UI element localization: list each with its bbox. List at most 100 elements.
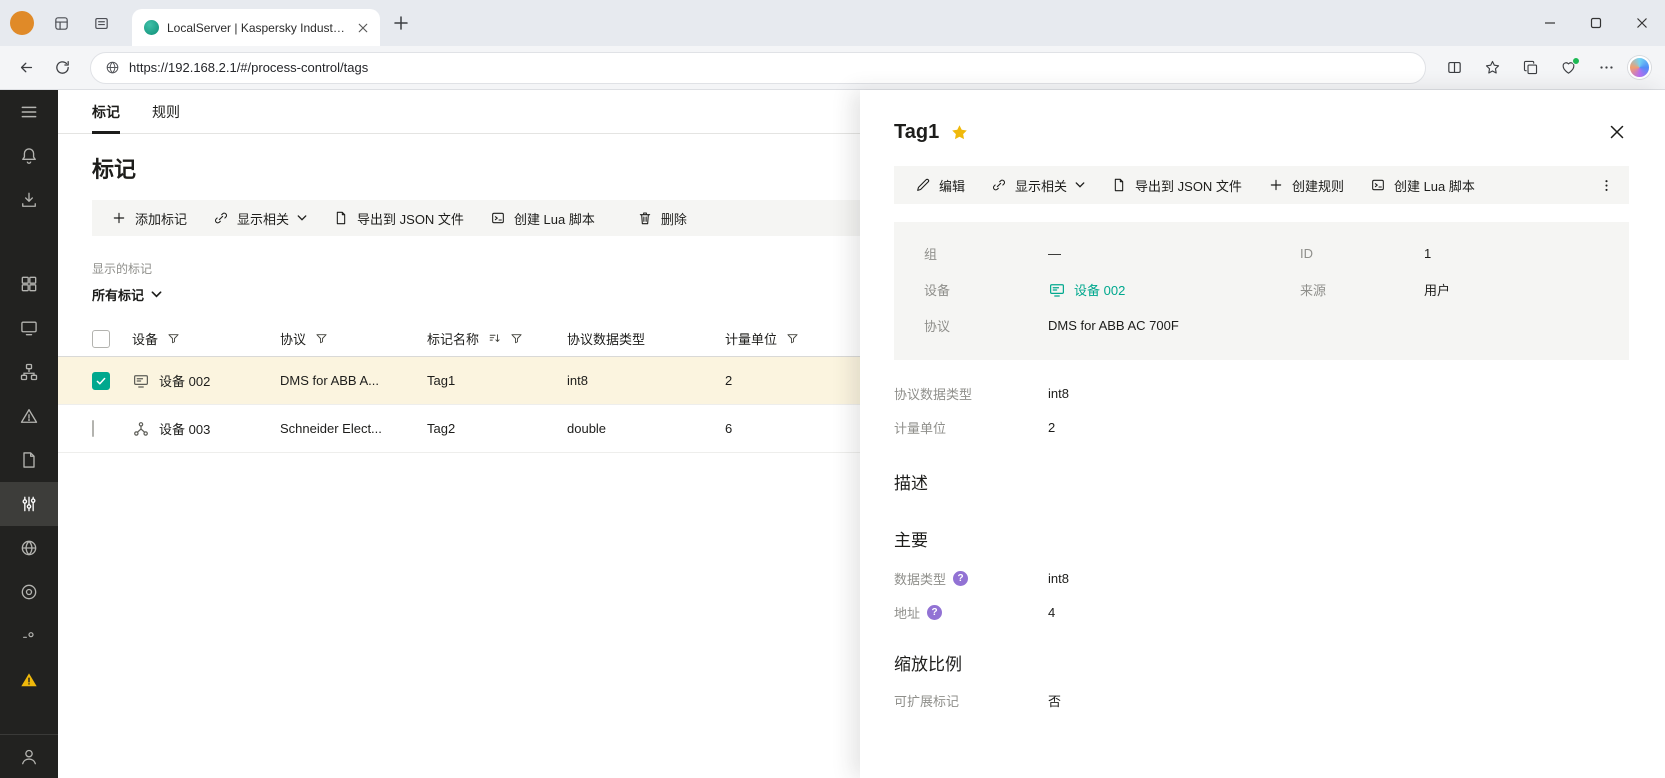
tab-close-icon[interactable] <box>354 19 372 37</box>
data-type-value: int8 <box>1048 571 1629 586</box>
create-lua-button[interactable]: 创建 Lua 脚本 <box>1357 166 1488 204</box>
scalable-label: 可扩展标记 <box>894 691 1048 710</box>
sort-icon[interactable] <box>488 332 501 345</box>
maximize-button[interactable] <box>1573 0 1619 46</box>
favorite-star-icon[interactable] <box>950 123 969 142</box>
filter-icon[interactable] <box>510 332 523 345</box>
export-json-button[interactable]: 导出到 JSON 文件 <box>1098 166 1255 204</box>
endpoints-icon[interactable] <box>0 614 58 658</box>
file-icon <box>1111 177 1127 193</box>
col-device: 设备 <box>132 329 158 348</box>
help-icon[interactable]: ? <box>953 571 968 586</box>
filter-icon[interactable] <box>315 332 328 345</box>
assets-icon[interactable] <box>0 306 58 350</box>
data-type-label: 数据类型 <box>894 569 946 588</box>
show-related-button[interactable]: 显示相关 <box>200 200 320 236</box>
url-text: https://192.168.2.1/#/process-control/ta… <box>129 60 368 75</box>
tab-rules[interactable]: 规则 <box>152 90 180 133</box>
device-label: 设备 <box>924 280 1048 299</box>
user-icon[interactable] <box>0 734 58 778</box>
main-section-fields: 数据类型 ? int8 地址 ? 4 <box>894 569 1629 622</box>
plc-device-icon <box>132 420 150 438</box>
dashboard-icon[interactable] <box>0 262 58 306</box>
section-main: 主要 <box>894 526 1629 551</box>
reports-icon[interactable] <box>0 438 58 482</box>
tag-fields: 协议数据类型 int8 计量单位 2 <box>894 384 1629 437</box>
cell-protocol: Schneider Elect... <box>280 421 427 436</box>
network-map-icon[interactable] <box>0 350 58 394</box>
url-bar[interactable]: https://192.168.2.1/#/process-control/ta… <box>90 52 1426 84</box>
edit-button[interactable]: 编辑 <box>902 166 978 204</box>
add-tag-button[interactable]: 添加标记 <box>98 200 200 236</box>
show-related-button[interactable]: 显示相关 <box>978 166 1098 204</box>
plus-icon <box>111 210 127 226</box>
workspaces-icon[interactable] <box>48 10 74 36</box>
notifications-icon[interactable] <box>0 134 58 178</box>
app-sidebar <box>0 90 58 778</box>
browser-navbar: https://192.168.2.1/#/process-control/ta… <box>0 46 1665 90</box>
delete-button[interactable]: 删除 <box>624 200 700 236</box>
tag-title: Tag1 <box>894 121 939 144</box>
table-row[interactable]: 设备 003 Schneider Elect... Tag2 double 6 <box>58 405 860 453</box>
close-window-button[interactable] <box>1619 0 1665 46</box>
filter-icon[interactable] <box>167 332 180 345</box>
source-label: 来源 <box>1300 280 1424 299</box>
process-control-icon[interactable] <box>0 482 58 526</box>
collections-icon[interactable] <box>1514 52 1546 84</box>
events-icon[interactable] <box>0 394 58 438</box>
trash-icon <box>637 210 653 226</box>
page-tabbar: 标记 规则 <box>58 90 860 134</box>
col-protocol: 协议 <box>280 329 306 348</box>
section-scaling: 缩放比例 <box>894 650 1629 675</box>
browser-tab[interactable]: LocalServer | Kaspersky Industrial <box>132 9 380 46</box>
network-icon[interactable] <box>0 526 58 570</box>
select-all-checkbox[interactable] <box>92 330 110 348</box>
chevron-down-icon <box>297 213 307 223</box>
help-icon[interactable]: ? <box>927 605 942 620</box>
address-value: 4 <box>1048 605 1629 620</box>
essentials-status-dot <box>1572 57 1580 65</box>
browser-profile-avatar[interactable] <box>10 11 34 35</box>
file-icon <box>333 210 349 226</box>
menu-icon[interactable] <box>0 90 58 134</box>
copilot-icon[interactable] <box>1628 56 1651 79</box>
create-rule-button[interactable]: 创建规则 <box>1255 166 1357 204</box>
close-panel-icon[interactable] <box>1605 120 1629 144</box>
device-link[interactable]: 设备 002 <box>1048 280 1300 299</box>
row-checkbox[interactable] <box>92 420 94 437</box>
more-actions-icon[interactable] <box>1591 166 1621 204</box>
chevron-down-icon <box>151 289 162 300</box>
tag-detail-panel: Tag1 编辑 显示相关 导出到 JSON 文件 <box>860 90 1665 778</box>
pencil-icon <box>915 177 931 193</box>
table-row[interactable]: 设备 002 DMS for ABB A... Tag1 int8 2 <box>58 357 860 405</box>
cell-data-type: double <box>567 421 725 436</box>
filter-icon[interactable] <box>786 332 799 345</box>
protocol-value: DMS for ABB AC 700F <box>1048 318 1300 333</box>
settings-more-icon[interactable] <box>1590 52 1622 84</box>
favorites-icon[interactable] <box>1476 52 1508 84</box>
col-data-type: 协议数据类型 <box>567 329 645 348</box>
tab-actions-icon[interactable] <box>88 10 114 36</box>
audit-icon[interactable] <box>0 570 58 614</box>
tab-tags[interactable]: 标记 <box>92 90 120 133</box>
new-tab-button[interactable] <box>386 8 416 38</box>
minimize-button[interactable] <box>1527 0 1573 46</box>
tags-toolbar: 添加标记 显示相关 导出到 JSON 文件 创建 Lua 脚本 删除 <box>92 200 860 236</box>
unit-value: 2 <box>1048 420 1629 435</box>
scalable-value: 否 <box>1048 691 1629 710</box>
browser-essentials-icon[interactable] <box>1552 52 1584 84</box>
scaling-section-fields: 可扩展标记 否 <box>894 691 1629 710</box>
row-checkbox[interactable] <box>92 372 110 390</box>
script-icon <box>1370 177 1386 193</box>
create-lua-button[interactable]: 创建 Lua 脚本 <box>477 200 608 236</box>
downloads-icon[interactable] <box>0 178 58 222</box>
split-screen-icon[interactable] <box>1438 52 1470 84</box>
export-json-button[interactable]: 导出到 JSON 文件 <box>320 200 477 236</box>
alerts-warning-icon[interactable] <box>0 658 58 702</box>
back-button[interactable] <box>10 52 42 84</box>
address-label: 地址 <box>894 603 920 622</box>
protocol-type-label: 协议数据类型 <box>894 384 1048 403</box>
refresh-button[interactable] <box>46 52 78 84</box>
shown-tags-filter[interactable]: 所有标记 <box>92 285 162 304</box>
page-title: 标记 <box>92 152 860 184</box>
